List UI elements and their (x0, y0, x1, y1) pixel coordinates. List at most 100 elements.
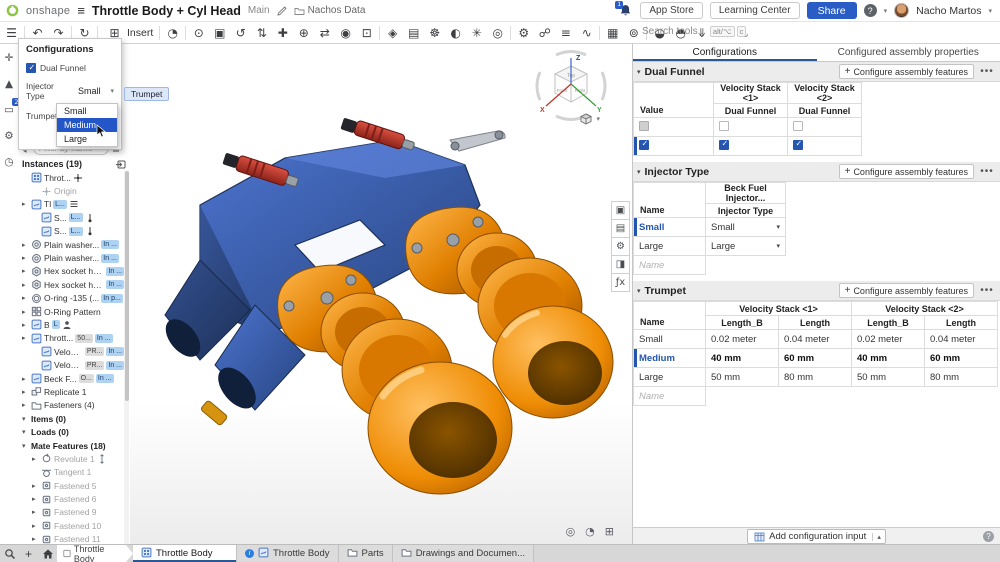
ball-mate-icon[interactable]: ◉ (335, 23, 356, 43)
tree-item-origin[interactable]: Origin (18, 184, 124, 197)
tree-item-o-ring-pattern[interactable]: ▸O-Ring Pattern (18, 305, 124, 318)
value-cell[interactable]: 0.02 meter (852, 330, 925, 349)
injector-type-select[interactable]: Small ▾ (78, 86, 114, 96)
measure-icon[interactable]: ≡ (555, 23, 576, 43)
value-cell[interactable] (714, 118, 788, 137)
home-icon[interactable] (38, 545, 57, 562)
insert-panel-icon[interactable]: ▣ (611, 201, 630, 220)
mirror-icon[interactable]: ◐ (445, 23, 466, 43)
tree-item-plain-washer[interactable]: ▸Plain washer...In ... (18, 251, 124, 264)
tree-item-fastened-11[interactable]: ▸Fastened 11 (18, 533, 124, 544)
collapse-chevron-icon[interactable]: ▾ (637, 68, 641, 76)
value-checkbox[interactable] (719, 121, 729, 131)
expand-caret-icon[interactable]: ▸ (32, 508, 39, 516)
tree-item-hex-socket-he[interactable]: ▸Hex socket he...In ... (18, 278, 124, 291)
add-configuration-input-button[interactable]: Add configuration input ▴ (747, 529, 886, 544)
value-cell[interactable]: 50 mm (852, 368, 925, 387)
expand-caret-icon[interactable]: ▸ (32, 455, 39, 463)
relations-tool-icon[interactable]: ⚙ (1, 128, 17, 143)
linear-pattern-icon[interactable]: ▤ (403, 23, 424, 43)
notifications-bell-icon[interactable]: 1 (619, 4, 633, 18)
row-name-cell[interactable]: Large (634, 237, 706, 256)
row-checkbox[interactable] (639, 121, 649, 131)
expand-caret-icon[interactable]: ▸ (22, 254, 29, 262)
table-row[interactable]: Large50 mm80 mm50 mm80 mm (634, 368, 998, 387)
bom-table-icon[interactable]: ▦ (602, 23, 623, 43)
table-row[interactable]: Name (634, 256, 786, 275)
tree-item-fastened-10[interactable]: ▸Fastened 10 (18, 519, 124, 532)
expand-caret-icon[interactable]: ▸ (22, 241, 29, 249)
tree-item-revolute-1[interactable]: ▸Revolute 1 (18, 452, 124, 465)
row-checkbox[interactable] (639, 140, 649, 150)
help-caret-icon[interactable]: ▾ (884, 7, 888, 15)
collapse-chevron-icon[interactable]: ▾ (637, 168, 641, 176)
new-tab-button[interactable]: + (19, 545, 38, 562)
value-cell[interactable]: 0.04 meter (779, 330, 852, 349)
planar-mate-icon[interactable]: ✚ (272, 23, 293, 43)
expand-caret-icon[interactable]: ▸ (32, 495, 39, 503)
value-cell[interactable]: 0.04 meter (925, 330, 998, 349)
expand-caret-icon[interactable]: ▸ (22, 334, 29, 342)
expand-caret-icon[interactable]: ▸ (22, 321, 29, 329)
document-menu-icon[interactable]: ≡ (77, 3, 85, 18)
tree-item-plain-washer[interactable]: ▸Plain washer...In ... (18, 238, 124, 251)
document-location[interactable]: Nachos Data (294, 5, 366, 16)
replicate-icon[interactable]: ◈ (382, 23, 403, 43)
value-cell[interactable]: Large▾ (706, 237, 786, 256)
history-icon[interactable]: ◔ (162, 23, 183, 43)
tree-section-mate-features-18[interactable]: ▾Mate Features (18) (18, 439, 124, 452)
tree-item-fastened-6[interactable]: ▸Fastened 6 (18, 492, 124, 505)
expand-caret-icon[interactable]: ▸ (22, 267, 29, 275)
collapse-caret-icon[interactable]: ▾ (22, 415, 29, 423)
row-name-cell[interactable]: Name (634, 387, 706, 406)
tree-item-hex-socket-he[interactable]: ▸Hex socket he...In ... (18, 265, 124, 278)
search-tabs-icon[interactable] (0, 545, 19, 562)
collapse-chevron-icon[interactable]: ▾ (637, 287, 641, 295)
app-store-button[interactable]: App Store (640, 2, 702, 19)
configure-assembly-features-button[interactable]: +Configure assembly features (839, 283, 974, 298)
expand-caret-icon[interactable]: ▸ (22, 308, 29, 316)
expand-caret-icon[interactable]: ▸ (22, 294, 29, 302)
doc-tab-drawings-and-documen[interactable]: Drawings and Documen... (393, 545, 534, 562)
comments-panel-icon[interactable]: ▭2 (1, 102, 17, 117)
tree-item-b[interactable]: ▸BL (18, 318, 124, 331)
value-select-large[interactable]: Large▾ (711, 241, 780, 252)
breadcrumb[interactable]: Throttle Body (57, 545, 133, 562)
value-checkbox[interactable] (793, 140, 803, 150)
tree-item-replicate-1[interactable]: ▸Replicate 1 (18, 385, 124, 398)
value-cell[interactable]: 60 mm (779, 349, 852, 368)
tree-scrollbar[interactable] (124, 171, 129, 544)
tree-section-loads-0[interactable]: ▾Loads (0) (18, 425, 124, 438)
mate-connector-tool-icon[interactable]: ✛ (1, 50, 17, 65)
tree-item-tangent-1[interactable]: Tangent 1 (18, 466, 124, 479)
view-options-button[interactable]: ▾ (579, 112, 600, 126)
tree-item-fasteners-4[interactable]: ▸Fasteners (4) (18, 399, 124, 412)
tree-item-s[interactable]: S...L... (18, 225, 124, 238)
doc-tab-parts[interactable]: Parts (339, 545, 393, 562)
fastened-mate-icon[interactable]: ⊡ (356, 23, 377, 43)
row-name-cell[interactable]: Large (634, 368, 706, 387)
table-row[interactable]: Large Large▾ (634, 237, 786, 256)
tree-item-thrott[interactable]: ▸Thrott...50...In ... (18, 332, 124, 345)
configuration-panel-icon[interactable]: ⚙ (611, 237, 630, 256)
slider-mate-icon[interactable]: ⇅ (251, 23, 272, 43)
row-name-cell[interactable]: Small (634, 218, 706, 237)
doc-tab-throttle-body[interactable]: iThrottle Body (237, 545, 339, 562)
expand-caret-icon[interactable]: ▸ (22, 375, 29, 383)
table-row[interactable] (634, 137, 862, 156)
value-cell[interactable]: 50 mm (706, 368, 779, 387)
expand-caret-icon[interactable]: ▸ (22, 281, 29, 289)
row-name-cell[interactable]: Medium (634, 349, 706, 368)
tree-section-items-0[interactable]: ▾Items (0) (18, 412, 124, 425)
routing-icon[interactable]: ∿ (576, 23, 597, 43)
rename-pencil-icon[interactable] (277, 6, 287, 16)
grid-toggle-icon[interactable]: ⊞ (605, 525, 614, 538)
configure-assembly-features-button[interactable]: +Configure assembly features (839, 64, 974, 79)
tree-item-o-ring-135[interactable]: ▸O-ring -135 (...In p... (18, 292, 124, 305)
3d-model[interactable] (145, 110, 615, 520)
user-avatar[interactable] (894, 3, 909, 18)
tree-item-tl[interactable]: ▸TlL... (18, 198, 124, 211)
workspace-label[interactable]: Main (248, 5, 270, 16)
row-name-cell[interactable]: Name (634, 256, 706, 275)
value-cell[interactable] (788, 118, 862, 137)
